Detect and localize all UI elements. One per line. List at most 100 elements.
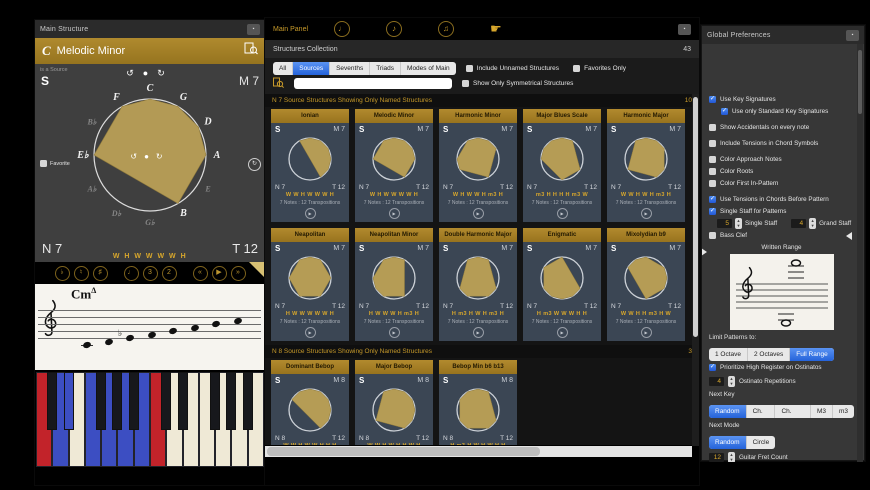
note-circle-icon-1[interactable]: ♩: [334, 21, 351, 37]
horizontal-scrollbar[interactable]: [265, 446, 692, 457]
single-staff-stepper[interactable]: ▲ ▼: [735, 218, 742, 229]
range-pointer-icon[interactable]: [702, 248, 707, 256]
triplet-icon[interactable]: 3: [142, 265, 158, 281]
next-key-option-random[interactable]: Random: [709, 405, 747, 418]
pref-checkbox-12[interactable]: ✓ Single Staff for Patterns: [709, 206, 854, 217]
filter-checkbox-0-box[interactable]: [465, 65, 473, 72]
hand-icon[interactable]: ☛: [490, 22, 502, 36]
piano-key-black-5[interactable]: [161, 372, 172, 430]
loop-icon[interactable]: ↻: [248, 158, 261, 171]
note-label-C[interactable]: C: [147, 83, 154, 94]
card-play-button[interactable]: ▶: [556, 208, 568, 219]
note-label-E[interactable]: E: [204, 185, 210, 194]
card-play-button[interactable]: ▶: [304, 327, 316, 338]
structure-card[interactable]: Dominant Bebop S M 8 N 8 T 12W W H W W H H H…: [271, 360, 349, 445]
next-key-option-m3[interactable]: M3: [811, 405, 833, 418]
natural-icon[interactable]: ♮: [73, 265, 89, 281]
main-panel-collapse-button[interactable]: ▪: [678, 23, 691, 35]
next-key-option-ch-up[interactable]: Ch. Up: [747, 405, 776, 418]
piano-key-black-6[interactable]: [177, 372, 188, 430]
search-structure-icon[interactable]: [244, 42, 258, 60]
pref-checkbox-9[interactable]: Color First In-Pattern: [709, 178, 854, 189]
previous-icon[interactable]: «: [192, 265, 208, 281]
collapse-arrow-icon[interactable]: [846, 231, 852, 240]
structure-card[interactable]: Enigmatic S M 7 N 7 T 12 H m3 W W W H H 7 Note…: [523, 228, 601, 341]
pref-checkbox-14[interactable]: Bass Clef: [709, 230, 854, 241]
pref-checkbox-5[interactable]: Include Tensions in Chord Symbols: [709, 138, 854, 149]
next-icon[interactable]: »: [230, 265, 246, 281]
piano-key-black-8[interactable]: [226, 372, 237, 430]
note-value-icon[interactable]: ♩: [123, 265, 139, 281]
pref-checkbox-3[interactable]: Show Accidentals on every note: [709, 122, 854, 133]
structure-card[interactable]: Harmonic Minor S M 7 N 7 T 12 W H W W H m3 H 7…: [439, 109, 517, 222]
note-label-G[interactable]: G: [180, 92, 188, 103]
note-circle-icon-3[interactable]: ♫: [438, 21, 455, 37]
note-label-D[interactable]: D: [203, 117, 211, 128]
filter-segment-sevenths[interactable]: Sevenths: [330, 62, 371, 75]
flat-icon[interactable]: ♭: [54, 265, 70, 281]
preferences-scrollbar[interactable]: [857, 44, 863, 462]
structures-search-input[interactable]: [294, 78, 452, 89]
structure-card[interactable]: Major Blues Scale S M 7 N 7 T 12 m3 H H H H m…: [523, 109, 601, 222]
limit-patterns-option-full-range[interactable]: Full Range: [790, 348, 834, 361]
next-mode-option-circle[interactable]: Circle: [747, 436, 776, 449]
pref-checkbox-7-box[interactable]: [709, 156, 716, 163]
filter-segment-triads[interactable]: Triads: [370, 62, 402, 75]
pref-checkbox-11[interactable]: ✓ Use Tensions in Chords Before Pattern: [709, 194, 854, 205]
piano-key-black-3[interactable]: [112, 372, 123, 430]
horizontal-scrollbar-thumb[interactable]: [267, 447, 541, 456]
vertical-scrollbar-thumb[interactable]: [693, 97, 698, 337]
limit-patterns-option-1-octave[interactable]: 1 Octave: [709, 348, 749, 361]
card-play-button[interactable]: ▶: [640, 208, 652, 219]
pref-checkbox-8-box[interactable]: [709, 168, 716, 175]
structure-card[interactable]: Mixolydian b9 S M 7 N 7 T 12 W W H H m3 H W 7 …: [607, 228, 685, 341]
left-window-collapse-button[interactable]: ▪: [247, 23, 260, 35]
note-circle-icon-2[interactable]: ♪: [386, 21, 403, 37]
pref-checkbox-8[interactable]: Color Roots: [709, 166, 854, 177]
favorite-checkbox[interactable]: Favorite: [40, 160, 70, 167]
piano-keyboard[interactable]: [36, 372, 264, 467]
card-play-button[interactable]: ▶: [388, 208, 400, 219]
pref-checkbox-1-box[interactable]: ✓: [721, 108, 728, 115]
duplet-icon[interactable]: 2: [161, 265, 177, 281]
next-mode-option-random[interactable]: Random: [709, 436, 747, 449]
piano-key-black-1[interactable]: [63, 372, 74, 430]
pref-checkbox-7[interactable]: Color Approach Notes: [709, 154, 854, 165]
structure-card[interactable]: Melodic Minor S M 7 N 7 T 12 W H W W W W H 7 N…: [355, 109, 433, 222]
pref-stepper-20-stepper[interactable]: ▲ ▼: [728, 376, 735, 387]
pref-checkbox-19-box[interactable]: ✓: [709, 364, 716, 371]
symmetrical-checkbox-box[interactable]: [462, 80, 469, 87]
rotate-controls[interactable]: ↺●↻: [35, 68, 265, 79]
piano-key-black-9[interactable]: [242, 372, 253, 430]
pref-checkbox-14-box[interactable]: [709, 232, 716, 239]
structure-title-bar[interactable]: C Melodic Minor: [35, 38, 265, 64]
note-label-D♭[interactable]: D♭: [111, 209, 122, 218]
symmetrical-checkbox[interactable]: Show Only Symmetrical Structures: [462, 80, 573, 87]
structure-card[interactable]: Neapolitan S M 7 N 7 T 12 H W W W W W H 7 Note…: [271, 228, 349, 341]
note-label-F[interactable]: F: [112, 92, 120, 103]
structure-card[interactable]: Bebop Min b6 b13 S M 8 N 8 T 12H m3 H W H W …: [439, 360, 517, 445]
rotate-cw-icon[interactable]: ↻: [156, 152, 170, 161]
pref-checkbox-11-box[interactable]: ✓: [709, 196, 716, 203]
filter-segment-all[interactable]: All: [273, 62, 294, 75]
filter-segment-modes-of-main[interactable]: Modes of Main: [401, 62, 456, 75]
play-icon[interactable]: ▶: [211, 265, 227, 281]
pref-checkbox-3-box[interactable]: [709, 124, 716, 131]
preferences-collapse-button[interactable]: ▪: [846, 29, 859, 41]
pref-checkbox-19[interactable]: ✓ Prioritize High Register on Ostinatos: [709, 362, 854, 373]
structure-card[interactable]: Ionian S M 7 N 7 T 12 W W H W W W H 7 Notes : …: [271, 109, 349, 222]
favorite-checkbox-box[interactable]: [40, 160, 47, 167]
piano-key-black-2[interactable]: [96, 372, 107, 430]
structure-card[interactable]: Neapolitan Minor S M 7 N 7 T 12 H W W W H m3 …: [355, 228, 433, 341]
sharp-icon[interactable]: ♯: [92, 265, 108, 281]
structure-card[interactable]: Double Harmonic Major S M 7 N 7 T 12 H m3 H W…: [439, 228, 517, 341]
pref-checkbox-9-box[interactable]: [709, 180, 716, 187]
structure-card[interactable]: Harmonic Major S M 7 N 7 T 12 W W H W H m3 H 7…: [607, 109, 685, 222]
rotate-cw-icon[interactable]: ↻: [157, 68, 174, 78]
note-label-B[interactable]: B: [179, 208, 187, 219]
pref-checkbox-5-box[interactable]: [709, 140, 716, 147]
card-play-button[interactable]: ▶: [472, 208, 484, 219]
root-dot-icon[interactable]: ●: [144, 152, 156, 161]
filter-checkbox-1-box[interactable]: [573, 65, 581, 72]
card-play-button[interactable]: ▶: [472, 327, 484, 338]
